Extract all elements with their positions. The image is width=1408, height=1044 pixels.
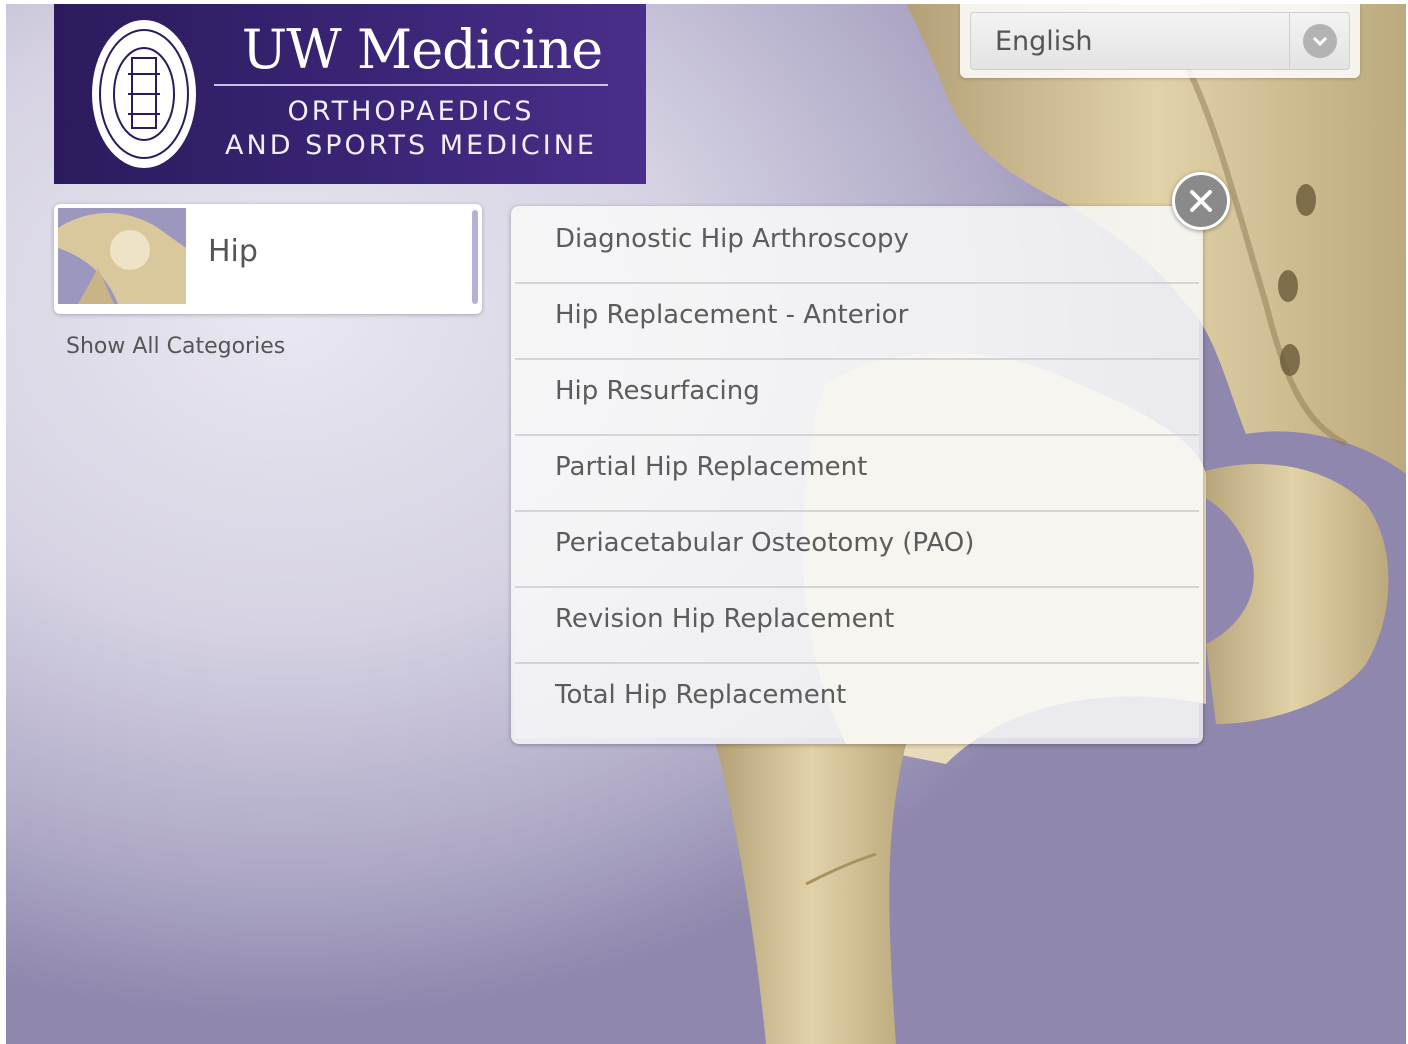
chevron-down-icon[interactable] bbox=[1303, 24, 1337, 58]
uw-medicine-logo: UW Medicine ORTHOPAEDICS AND SPORTS MEDI… bbox=[54, 4, 646, 184]
show-all-categories-link[interactable]: Show All Categories bbox=[66, 334, 285, 359]
logo-subtitle-line1: ORTHOPAEDICS bbox=[287, 96, 535, 127]
procedure-item[interactable]: Diagnostic Hip Arthroscopy bbox=[515, 208, 1199, 284]
language-divider bbox=[1289, 13, 1290, 69]
procedure-label: Total Hip Replacement bbox=[555, 680, 847, 710]
procedure-label: Revision Hip Replacement bbox=[555, 604, 895, 634]
hip-thumbnail bbox=[58, 208, 186, 304]
procedure-label: Periacetabular Osteotomy (PAO) bbox=[555, 528, 975, 558]
language-value: English bbox=[995, 26, 1093, 57]
procedure-list: Diagnostic Hip Arthroscopy Hip Replaceme… bbox=[511, 206, 1203, 744]
app-stage: UW Medicine ORTHOPAEDICS AND SPORTS MEDI… bbox=[6, 4, 1406, 1044]
category-card-hip[interactable]: Hip bbox=[54, 204, 482, 314]
university-seal-icon bbox=[92, 20, 196, 168]
category-label: Hip bbox=[208, 234, 258, 269]
logo-title: UW Medicine bbox=[241, 18, 604, 81]
procedure-item[interactable]: Hip Replacement - Anterior bbox=[515, 284, 1199, 360]
procedure-label: Partial Hip Replacement bbox=[555, 452, 868, 482]
procedure-label: Diagnostic Hip Arthroscopy bbox=[555, 224, 909, 254]
procedure-item[interactable]: Periacetabular Osteotomy (PAO) bbox=[515, 512, 1199, 588]
logo-subtitle-line2: AND SPORTS MEDICINE bbox=[225, 130, 597, 161]
close-button[interactable] bbox=[1172, 172, 1230, 230]
procedure-label: Hip Replacement - Anterior bbox=[555, 300, 909, 330]
procedure-item[interactable]: Hip Resurfacing bbox=[515, 360, 1199, 436]
procedure-item[interactable]: Total Hip Replacement bbox=[515, 664, 1199, 738]
selected-indicator bbox=[472, 210, 478, 304]
close-icon bbox=[1190, 190, 1212, 212]
procedure-item[interactable]: Revision Hip Replacement bbox=[515, 588, 1199, 664]
language-select[interactable]: English bbox=[970, 12, 1350, 70]
procedure-item[interactable]: Partial Hip Replacement bbox=[515, 436, 1199, 512]
logo-divider bbox=[214, 84, 608, 86]
language-panel: English bbox=[960, 4, 1360, 78]
procedure-label: Hip Resurfacing bbox=[555, 376, 760, 406]
